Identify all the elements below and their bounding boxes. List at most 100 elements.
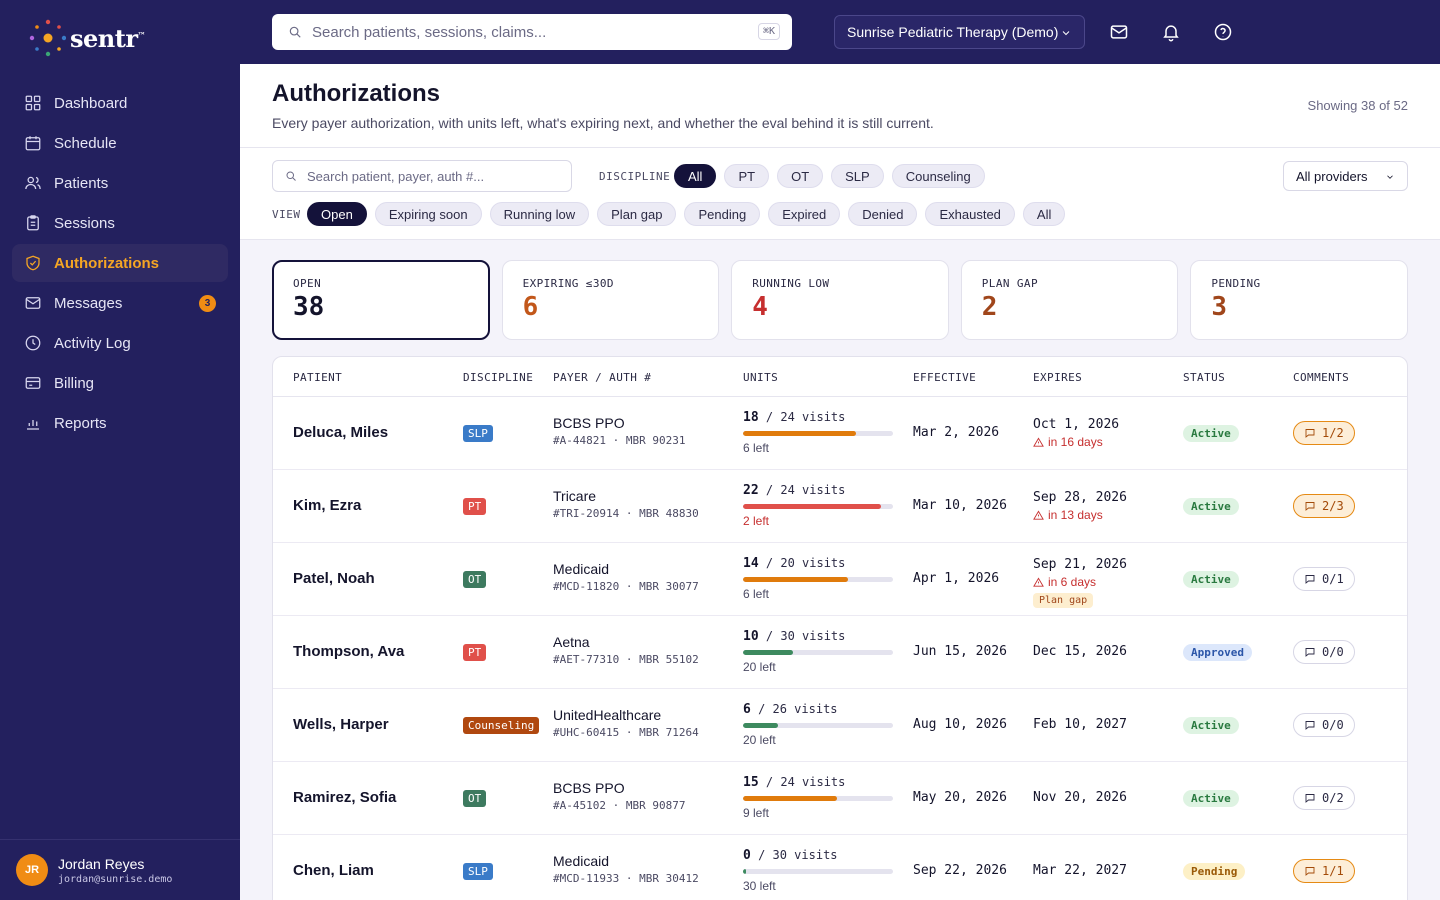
table-row[interactable]: Chen, Liam SLP Medicaid #MCD-11933 · MBR 30… xyxy=(273,835,1407,900)
auth-number: #TRI-20914 · MBR 48830 xyxy=(553,507,699,520)
comments-button[interactable]: 0/0 xyxy=(1293,640,1355,664)
alert-triangle-icon xyxy=(1033,509,1044,520)
summary-card-pending[interactable]: PENDING 3 xyxy=(1190,260,1408,340)
discipline-chip-all[interactable]: All xyxy=(674,164,717,188)
mail-icon xyxy=(1110,25,1128,39)
column-header-effective[interactable]: EFFECTIVE xyxy=(913,371,976,384)
patient-name[interactable]: Kim, Ezra xyxy=(293,497,361,514)
table-row[interactable]: Kim, Ezra PT Tricare #TRI-20914 · MBR 48830… xyxy=(273,470,1407,543)
patient-name[interactable]: Chen, Liam xyxy=(293,862,374,879)
global-search-input[interactable] xyxy=(312,23,732,41)
view-chip-denied[interactable]: Denied xyxy=(848,202,918,226)
provider-select[interactable]: All providers xyxy=(1283,161,1408,191)
sidebar-item-billing[interactable]: Billing xyxy=(12,364,228,402)
units-used: 6 xyxy=(743,702,751,717)
notifications-button[interactable] xyxy=(1161,22,1181,42)
comments-button[interactable]: 0/0 xyxy=(1293,713,1355,737)
comments-count: 0/2 xyxy=(1322,791,1344,805)
patient-name[interactable]: Ramirez, Sofia xyxy=(293,789,396,806)
sidebar-item-sessions[interactable]: Sessions xyxy=(12,204,228,242)
expires-cell: Mar 22, 2027 xyxy=(1033,863,1127,878)
view-chip-plan-gap[interactable]: Plan gap xyxy=(597,202,677,226)
view-chip-expired[interactable]: Expired xyxy=(768,202,841,226)
bar-chart-icon xyxy=(27,420,39,430)
expires-cell: Nov 20, 2026 xyxy=(1033,790,1127,805)
table-row[interactable]: Ramirez, Sofia OT BCBS PPO #A-45102 · MBR 9… xyxy=(273,762,1407,835)
sidebar-item-messages[interactable]: Messages 3 xyxy=(12,284,228,322)
summary-card-plan-gap[interactable]: PLAN GAP 2 xyxy=(960,260,1179,340)
comment-icon xyxy=(1305,648,1315,657)
column-header-units[interactable]: UNITS xyxy=(743,371,778,384)
patient-name[interactable]: Patel, Noah xyxy=(293,570,375,587)
sidebar-item-schedule[interactable]: Schedule xyxy=(12,124,228,162)
auth-search xyxy=(272,160,572,192)
status-badge: Active xyxy=(1183,498,1239,515)
units-progress-bar xyxy=(743,650,893,655)
column-header-payer[interactable]: PAYER / AUTH # xyxy=(553,371,651,384)
chevron-down-icon xyxy=(1387,175,1393,179)
expires-cell: Feb 10, 2027 xyxy=(1033,717,1127,732)
units-left: 30 left xyxy=(743,879,776,893)
patient-name[interactable]: Thompson, Ava xyxy=(293,643,404,660)
summary-card-value: 6 xyxy=(522,292,539,322)
effective-date: May 20, 2026 xyxy=(913,790,1007,805)
comments-button[interactable]: 0/2 xyxy=(1293,786,1355,810)
help-button[interactable] xyxy=(1213,22,1233,42)
expires-cell: Sep 28, 2026 in 13 days xyxy=(1033,490,1127,522)
summary-cards: OPEN 38 EXPIRING ≤30D 6 RUNNING LOW 4 PLAN GAP… xyxy=(272,260,1408,340)
sidebar-item-reports[interactable]: Reports xyxy=(12,404,228,442)
status-badge: Active xyxy=(1183,790,1239,807)
view-chip-pending[interactable]: Pending xyxy=(684,202,761,226)
patient-name[interactable]: Deluca, Miles xyxy=(293,424,388,441)
column-header-expires[interactable]: EXPIRES xyxy=(1033,371,1082,384)
help-circle-icon xyxy=(1214,23,1232,41)
comments-button[interactable]: 0/1 xyxy=(1293,567,1355,591)
comments-count: 1/2 xyxy=(1322,426,1344,440)
expires-date: Oct 1, 2026 xyxy=(1033,417,1120,432)
comments-button[interactable]: 2/3 xyxy=(1293,494,1355,518)
summary-card-expiring-30d[interactable]: EXPIRING ≤30D 6 xyxy=(501,260,720,340)
effective-date: Mar 10, 2026 xyxy=(913,498,1007,513)
logo[interactable]: sentr™ xyxy=(26,16,145,60)
auth-search-input[interactable] xyxy=(307,168,557,184)
sidebar-item-patients[interactable]: Patients xyxy=(12,164,228,202)
effective-date: Apr 1, 2026 xyxy=(913,571,1000,586)
table-row[interactable]: Patel, Noah OT Medicaid #MCD-11820 · MBR 30… xyxy=(273,543,1407,616)
discipline-chip-slp[interactable]: SLP xyxy=(831,164,884,188)
sidebar-item-authorizations[interactable]: Authorizations xyxy=(12,244,228,282)
summary-card-open[interactable]: OPEN 38 xyxy=(272,260,490,340)
discipline-chip-pt[interactable]: PT xyxy=(724,164,770,188)
column-header-patient[interactable]: PATIENT xyxy=(293,371,342,384)
patient-name[interactable]: Wells, Harper xyxy=(293,716,389,733)
messages-button[interactable] xyxy=(1109,22,1129,42)
table-row[interactable]: Wells, Harper Counseling UnitedHealthcare #… xyxy=(273,689,1407,762)
table-row[interactable]: Thompson, Ava PT Aetna #AET-77310 · MBR 551… xyxy=(273,616,1407,689)
column-header-status[interactable]: STATUS xyxy=(1183,371,1225,384)
sidebar-item-activity-log[interactable]: Activity Log xyxy=(12,324,228,362)
discipline-chip-ot[interactable]: OT xyxy=(777,164,824,188)
user-profile[interactable]: JR Jordan Reyes jordan@sunrise.demo xyxy=(0,839,240,900)
summary-card-label: RUNNING LOW xyxy=(752,277,830,290)
discipline-chip-counseling[interactable]: Counseling xyxy=(891,164,985,188)
column-header-comments[interactable]: COMMENTS xyxy=(1293,371,1349,384)
view-chip-open[interactable]: Open xyxy=(307,202,367,226)
column-header-discipline[interactable]: DISCIPLINE xyxy=(463,371,533,384)
summary-card-running-low[interactable]: RUNNING LOW 4 xyxy=(731,260,949,340)
view-chip-running-low[interactable]: Running low xyxy=(489,202,590,226)
page-header: Authorizations Every payer authorization… xyxy=(240,64,1440,148)
comments-button[interactable]: 1/1 xyxy=(1293,859,1355,883)
org-name: Sunrise Pediatric Therapy (Demo) xyxy=(847,24,1059,40)
status-badge: Pending xyxy=(1183,863,1246,880)
table-row[interactable]: Deluca, Miles SLP BCBS PPO #A-44821 · MBR 9… xyxy=(273,397,1407,470)
summary-card-value: 4 xyxy=(752,292,768,322)
sidebar-item-dashboard[interactable]: Dashboard xyxy=(12,84,228,122)
comments-button[interactable]: 1/2 xyxy=(1293,421,1355,445)
view-chip-expiring-soon[interactable]: Expiring soon xyxy=(374,202,482,226)
authorizations-table: PATIENT DISCIPLINE PAYER / AUTH # UNITS … xyxy=(272,356,1408,900)
comments-count: 1/1 xyxy=(1322,864,1344,878)
page-subtitle: Every payer authorization, with units le… xyxy=(272,115,934,131)
org-switcher[interactable]: Sunrise Pediatric Therapy (Demo) xyxy=(834,15,1085,49)
auth-number: #MCD-11820 · MBR 30077 xyxy=(553,580,699,593)
view-chip-all[interactable]: All xyxy=(1022,202,1066,226)
view-chip-exhausted[interactable]: Exhausted xyxy=(925,202,1015,226)
